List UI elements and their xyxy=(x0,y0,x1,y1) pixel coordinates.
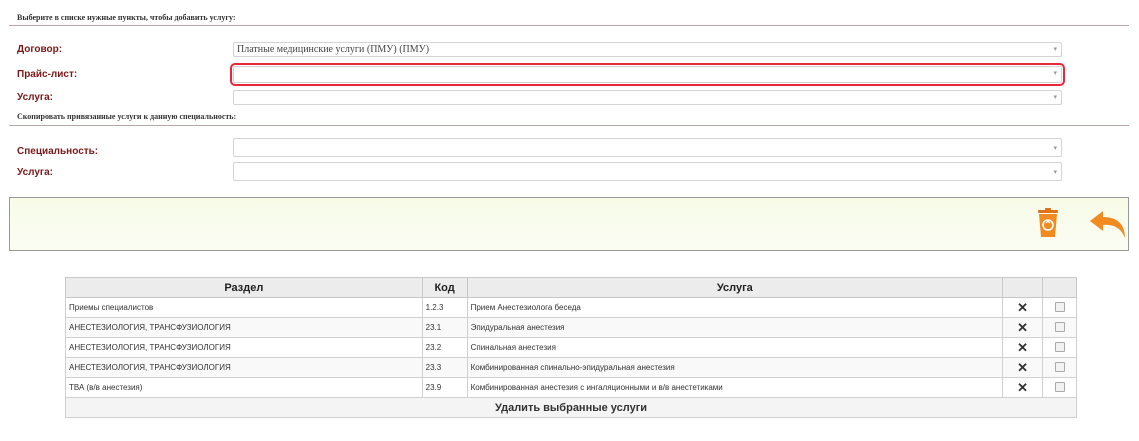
column-header-service: Услуга xyxy=(466,277,1004,298)
service-label: Услуга: xyxy=(17,92,53,103)
pricelist-select[interactable]: ▾ xyxy=(230,63,1065,86)
row-section: АНЕСТЕЗИОЛОГИЯ, ТРАНСФУЗИОЛОГИЯ xyxy=(65,337,423,358)
row-checkbox[interactable] xyxy=(1054,361,1065,372)
row-checkbox-cell xyxy=(1042,377,1077,398)
chevron-down-icon: ▾ xyxy=(1053,94,1057,101)
row-checkbox[interactable] xyxy=(1054,301,1065,312)
section-title-copy-services: Скопировать привязанные услуги к данную … xyxy=(17,112,237,121)
section-divider xyxy=(9,125,1129,126)
contract-label: Договор: xyxy=(17,44,63,55)
service-select[interactable]: ▾ xyxy=(233,90,1062,105)
row-service: Комбинированная анестезия с ингаляционны… xyxy=(466,377,1004,398)
row-service: Эпидуральная анестезия xyxy=(466,317,1004,338)
specialty-select[interactable]: ▾ xyxy=(233,138,1062,157)
row-checkbox-cell xyxy=(1042,357,1077,378)
row-section: АНЕСТЕЗИОЛОГИЯ, ТРАНСФУЗИОЛОГИЯ xyxy=(65,317,423,338)
services-table: Раздел Код Услуга Приемы специалистов 1.… xyxy=(65,277,1077,418)
info-banner xyxy=(9,197,1129,251)
delete-x-icon[interactable]: ✕ xyxy=(1002,357,1043,378)
delete-selected-link[interactable]: Удалить выбранные услуги xyxy=(65,397,1077,418)
delete-x-icon[interactable]: ✕ xyxy=(1002,377,1043,398)
row-code: 23.1 xyxy=(421,317,468,338)
table-row: ТВА (в/в анестезия) 23.9 Комбинированная… xyxy=(65,377,1077,398)
row-code: 23.2 xyxy=(421,337,468,358)
contract-select[interactable]: Платные медицинские услуги (ПМУ) (ПМУ) ▾ xyxy=(233,42,1062,57)
row-code: 1.2.3 xyxy=(421,297,468,318)
service2-label: Услуга: xyxy=(17,167,53,178)
contract-select-value: Платные медицинские услуги (ПМУ) (ПМУ) xyxy=(237,44,430,55)
row-section: Приемы специалистов xyxy=(65,297,423,318)
column-header-delete xyxy=(1002,277,1043,298)
row-section: АНЕСТЕЗИОЛОГИЯ, ТРАНСФУЗИОЛОГИЯ xyxy=(65,357,423,378)
row-checkbox-cell xyxy=(1042,317,1077,338)
pricelist-label: Прайс-лист: xyxy=(17,69,78,80)
chevron-down-icon: ▾ xyxy=(1053,145,1057,152)
chevron-down-icon: ▾ xyxy=(1053,169,1057,176)
row-checkbox[interactable] xyxy=(1054,321,1065,332)
row-section: ТВА (в/в анестезия) xyxy=(65,377,423,398)
table-row: АНЕСТЕЗИОЛОГИЯ, ТРАНСФУЗИОЛОГИЯ 23.2 Спи… xyxy=(65,337,1077,358)
row-checkbox[interactable] xyxy=(1054,341,1065,352)
table-header-row: Раздел Код Услуга xyxy=(65,277,1077,298)
row-code: 23.9 xyxy=(421,377,468,398)
row-checkbox[interactable] xyxy=(1054,381,1065,392)
row-code: 23.3 xyxy=(421,357,468,378)
row-service: Спинальная анестезия xyxy=(466,337,1004,358)
back-arrow-icon[interactable] xyxy=(1088,209,1128,239)
table-footer-row: Удалить выбранные услуги xyxy=(65,397,1077,418)
column-header-select xyxy=(1042,277,1077,298)
table-row: Приемы специалистов 1.2.3 Прием Анестези… xyxy=(65,297,1077,318)
row-service: Прием Анестезиолога беседа xyxy=(466,297,1004,318)
row-checkbox-cell xyxy=(1042,297,1077,318)
column-header-code: Код xyxy=(421,277,468,298)
column-header-section: Раздел xyxy=(65,277,423,298)
chevron-down-icon: ▾ xyxy=(1053,46,1057,53)
service2-select[interactable]: ▾ xyxy=(233,162,1062,181)
table-row: АНЕСТЕЗИОЛОГИЯ, ТРАНСФУЗИОЛОГИЯ 23.1 Эпи… xyxy=(65,317,1077,338)
section-title-add-service: Выберите в списке нужные пункты, чтобы д… xyxy=(17,13,236,22)
delete-x-icon[interactable]: ✕ xyxy=(1002,317,1043,338)
trash-icon[interactable] xyxy=(1037,208,1059,238)
section-divider xyxy=(9,25,1129,26)
specialty-label: Специальность: xyxy=(17,146,99,157)
chevron-down-icon: ▾ xyxy=(1053,70,1057,77)
table-row: АНЕСТЕЗИОЛОГИЯ, ТРАНСФУЗИОЛОГИЯ 23.3 Ком… xyxy=(65,357,1077,378)
delete-x-icon[interactable]: ✕ xyxy=(1002,337,1043,358)
row-service: Комбинированная спинально-эпидуральная а… xyxy=(466,357,1004,378)
delete-x-icon[interactable]: ✕ xyxy=(1002,297,1043,318)
row-checkbox-cell xyxy=(1042,337,1077,358)
